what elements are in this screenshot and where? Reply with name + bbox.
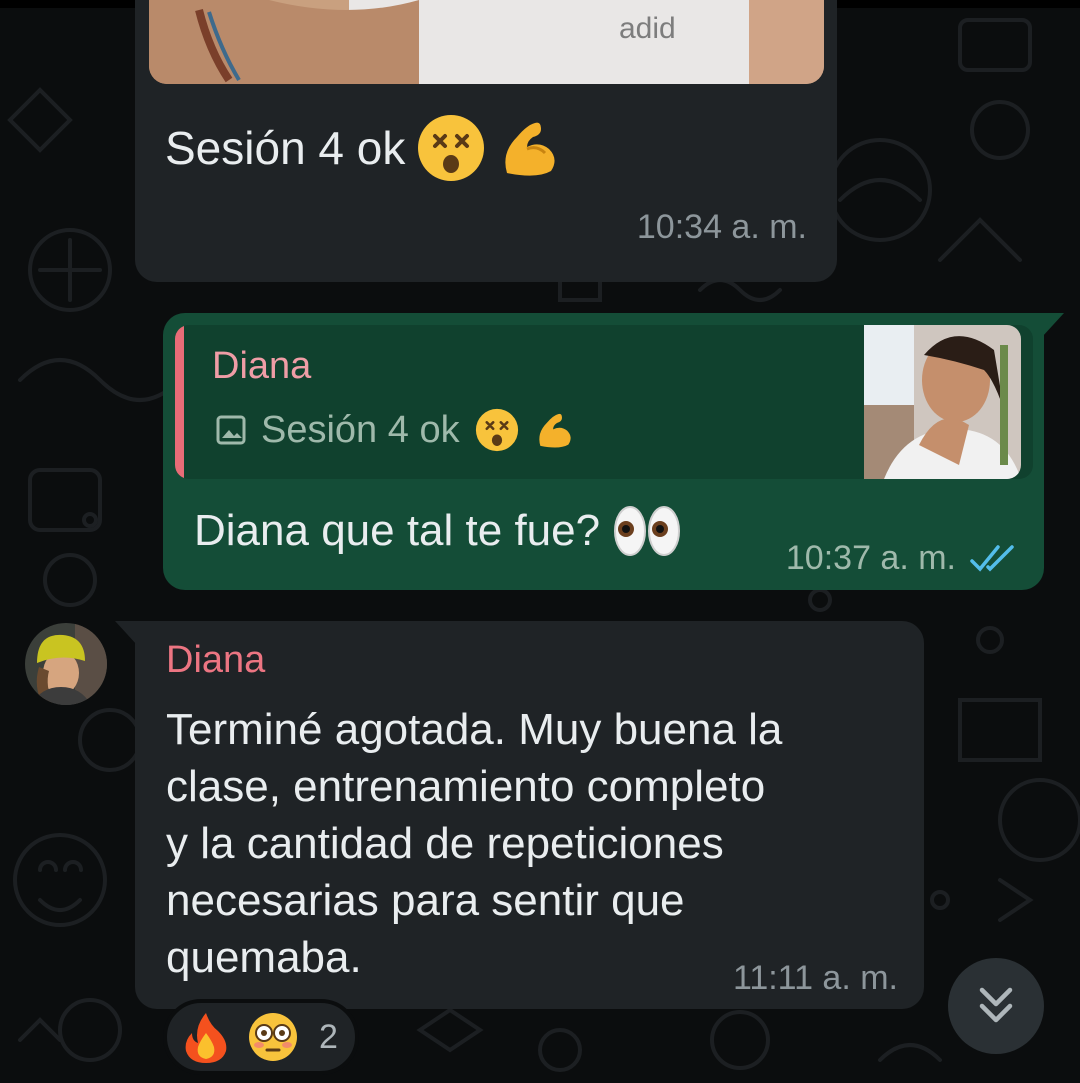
chat-screen: adid Sesión 4 ok 10:34 a. m. Diana Sesió… — [0, 0, 1080, 1083]
quoted-caption-line: Sesión 4 ok — [215, 407, 576, 453]
fire-emoji-icon — [185, 1013, 227, 1063]
double-chevron-down-icon — [979, 987, 1013, 1023]
reply-text: Diana que tal te fue? — [194, 506, 601, 555]
quoted-photo-thumbnail — [864, 325, 1021, 479]
outgoing-reply-message[interactable]: Diana Sesión 4 ok Diana que tal te fue? … — [163, 313, 1064, 590]
flushed-face-emoji-icon — [249, 1013, 297, 1061]
eyes-emoji-icon — [614, 506, 681, 556]
photo-brand-text: adid — [619, 12, 676, 45]
double-check-read-icon — [970, 544, 1014, 572]
sender-name[interactable]: Diana — [166, 639, 265, 682]
quoted-author: Diana — [212, 345, 312, 387]
message-meta: 10:37 a. m. — [786, 539, 1018, 578]
message-timestamp: 11:11 a. m. — [732, 959, 898, 997]
message-timestamp: 10:37 a. m. — [785, 539, 956, 577]
scroll-to-bottom-button[interactable] — [948, 958, 1044, 1054]
message-text: Terminé agotada. Muy buena la clase, ent… — [166, 705, 783, 982]
message-reactions[interactable]: 2 — [163, 999, 359, 1075]
flexed-biceps-emoji-icon — [538, 413, 571, 448]
incoming-text-message[interactable]: Diana Terminé agotada. Muy buena la clas… — [115, 621, 924, 1009]
bubble-tail — [115, 621, 137, 645]
message-timestamp: 10:34 a. m. — [636, 208, 807, 246]
message-photo[interactable]: adid — [149, 0, 824, 84]
photo-icon — [216, 415, 246, 445]
message-text: Diana que tal te fue? — [194, 503, 682, 559]
dizzy-face-emoji-icon — [418, 115, 485, 181]
sender-avatar[interactable] — [25, 623, 107, 705]
quote-accent-bar — [175, 325, 184, 479]
quoted-caption: Sesión 4 ok — [261, 408, 460, 451]
reaction-count: 2 — [319, 1017, 338, 1056]
flexed-biceps-emoji-icon — [505, 122, 555, 176]
dizzy-face-emoji-icon — [475, 408, 518, 452]
caption-text: Sesión 4 ok — [165, 122, 406, 174]
quoted-message[interactable]: Diana Sesión 4 ok — [175, 325, 1033, 479]
incoming-photo-message[interactable]: adid Sesión 4 ok 10:34 a. m. — [135, 0, 837, 282]
message-caption: Sesión 4 ok — [165, 112, 563, 184]
bubble-tail — [1042, 313, 1064, 337]
